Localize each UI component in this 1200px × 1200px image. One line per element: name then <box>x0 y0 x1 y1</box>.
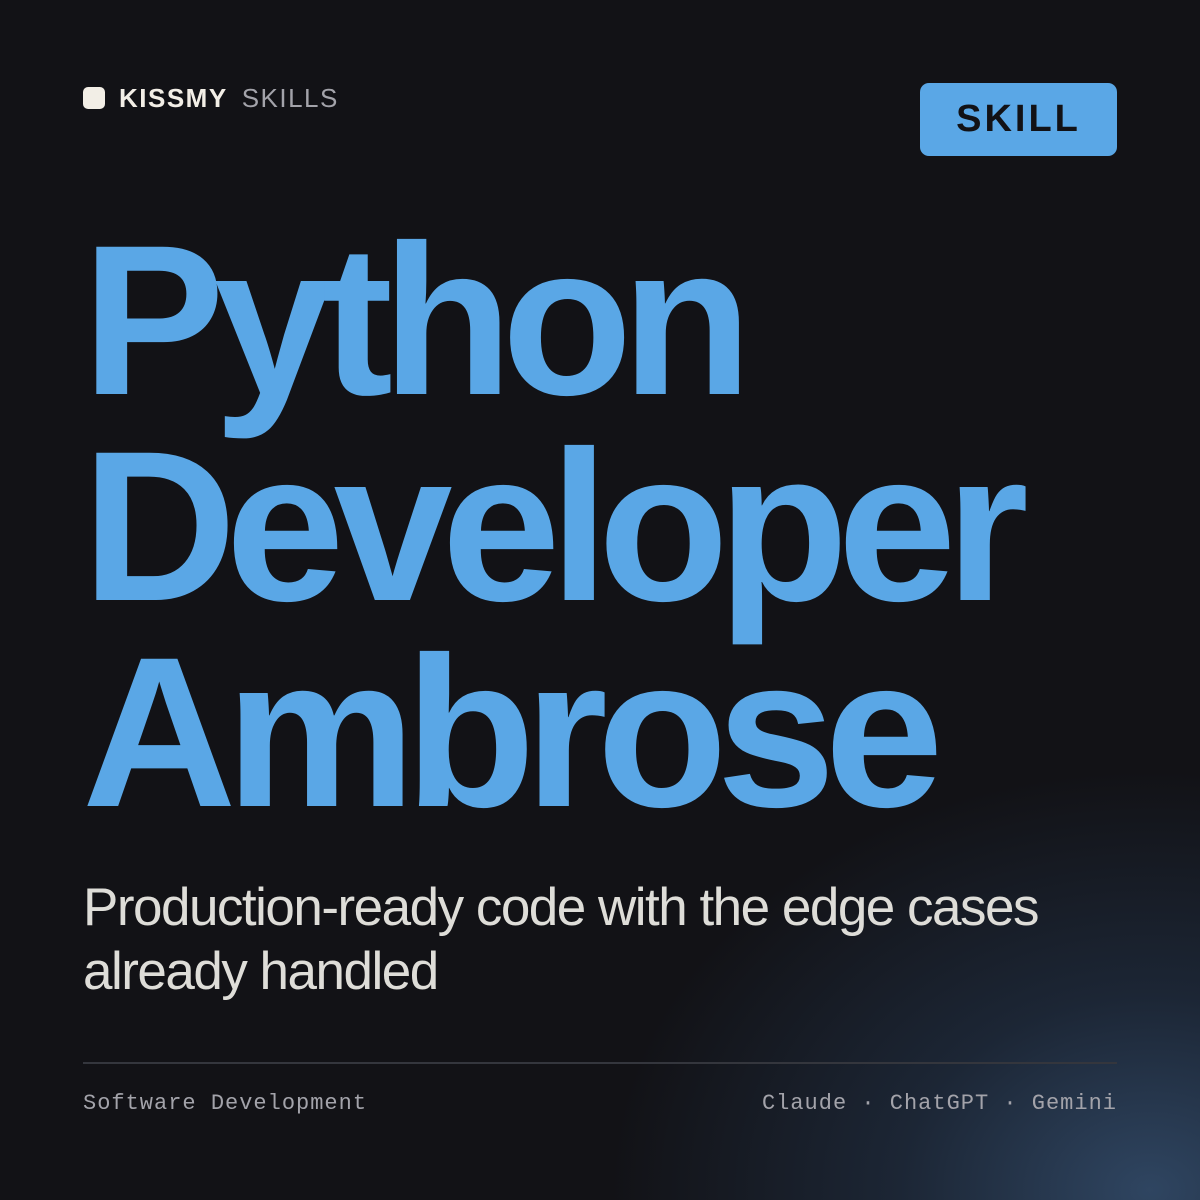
brand-square-icon <box>83 87 105 109</box>
brand-name-strong: KISSMY <box>119 82 228 113</box>
title-line-3: Ambrose <box>82 613 944 852</box>
footer-divider <box>83 1062 1117 1064</box>
subtitle: Production-ready code with the edge case… <box>83 878 1039 1001</box>
platforms-label: Claude · ChatGPT · Gemini <box>761 1091 1117 1116</box>
title-line-2: Developer <box>82 407 1029 646</box>
page-title: Python Developer Ambrose <box>82 201 1029 852</box>
title-line-1: Python <box>82 201 752 440</box>
skill-badge: SKILL <box>920 83 1117 156</box>
brand-logo: KISSMY SKILLS <box>83 82 339 113</box>
category-label: Software Development <box>83 1091 368 1116</box>
skill-badge-label: SKILL <box>956 98 1081 140</box>
brand-name-light: SKILLS <box>241 82 339 113</box>
